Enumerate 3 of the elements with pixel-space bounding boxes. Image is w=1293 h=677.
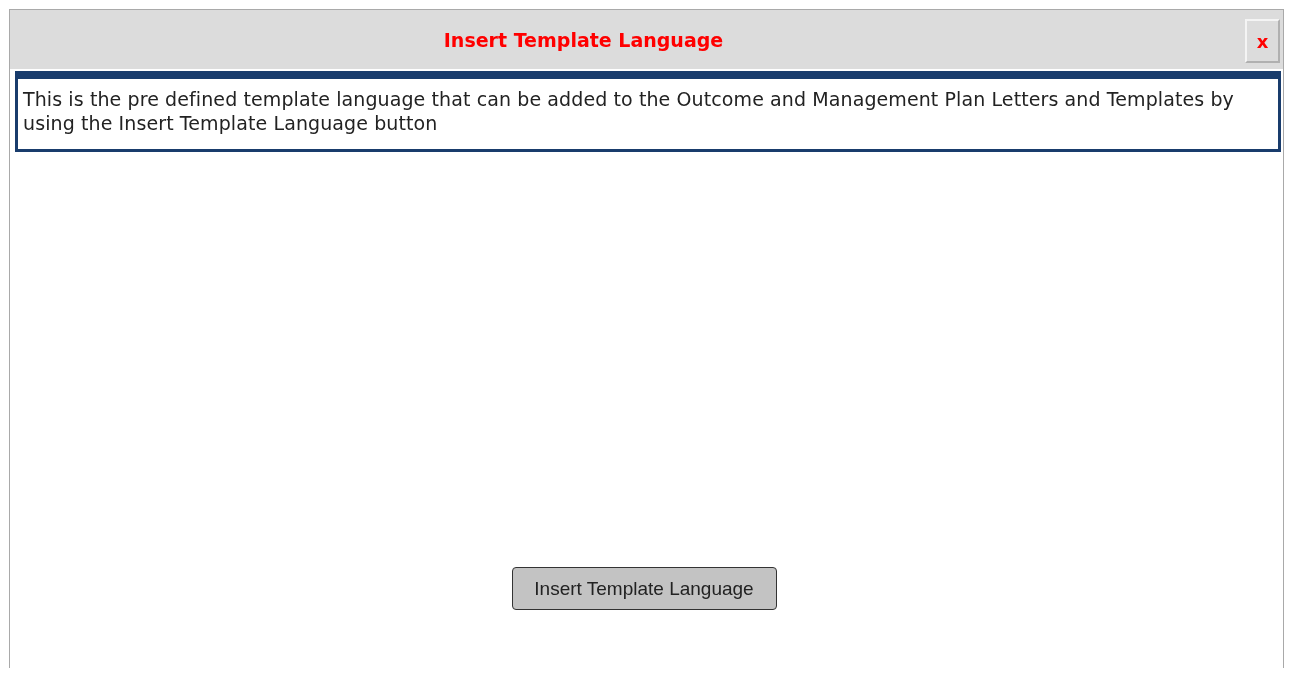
description-box: This is the pre defined template language that can be added to the Outcome and Management Plan Letters and Templates by using the Insert Template Language button bbox=[15, 71, 1281, 152]
insert-button[interactable]: Insert Template Language bbox=[511, 567, 777, 610]
dialog-title: Insert Template Language bbox=[443, 28, 724, 51]
